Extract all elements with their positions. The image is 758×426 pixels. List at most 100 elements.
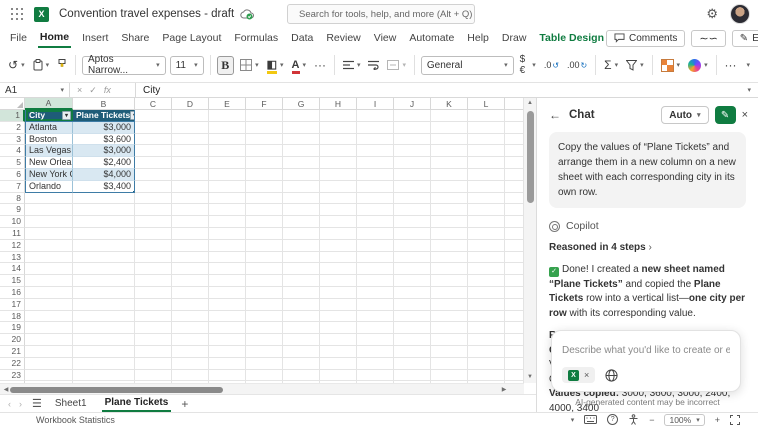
cell-A14[interactable]: [25, 263, 73, 275]
row-header-17[interactable]: 17: [0, 299, 25, 311]
cell-I21[interactable]: [357, 346, 394, 358]
column-header-l[interactable]: L: [468, 98, 505, 110]
cell-F14[interactable]: [246, 263, 283, 275]
cell-J22[interactable]: [394, 358, 431, 370]
cell-G11[interactable]: [283, 228, 320, 240]
cell-D4[interactable]: [172, 145, 209, 157]
format-painter-button[interactable]: [55, 57, 69, 73]
help-icon[interactable]: ?: [607, 414, 618, 425]
cell-F12[interactable]: [246, 240, 283, 252]
cell-C21[interactable]: [135, 346, 172, 358]
cell-J14[interactable]: [394, 263, 431, 275]
cell-E23[interactable]: [209, 370, 246, 382]
fill-color-button[interactable]: ◧▾: [265, 58, 286, 73]
row-header-11[interactable]: 11: [0, 228, 25, 240]
cell-J4[interactable]: [394, 145, 431, 157]
cell-A5[interactable]: New Orleans: [25, 157, 73, 169]
cell-D20[interactable]: [172, 334, 209, 346]
cell-E12[interactable]: [209, 240, 246, 252]
cell-H5[interactable]: [320, 157, 357, 169]
row-header-19[interactable]: 19: [0, 322, 25, 334]
cell-B4[interactable]: $3,000: [73, 145, 135, 157]
cell-G6[interactable]: [283, 169, 320, 181]
document-title[interactable]: Convention travel expenses - draft: [59, 8, 234, 20]
cell-J19[interactable]: [394, 322, 431, 334]
cell-K21[interactable]: [431, 346, 468, 358]
cell-partial[interactable]: [505, 275, 524, 287]
cell-G20[interactable]: [283, 334, 320, 346]
row-header-22[interactable]: 22: [0, 358, 25, 370]
cell-L6[interactable]: [468, 169, 505, 181]
reasoned-steps-toggle[interactable]: Reasoned in 4 steps ›: [549, 242, 746, 253]
row-header-7[interactable]: 7: [0, 181, 25, 193]
cell-H13[interactable]: [320, 252, 357, 264]
chat-input[interactable]: [562, 345, 730, 356]
accessibility-icon[interactable]: [628, 414, 639, 425]
cell-J10[interactable]: [394, 216, 431, 228]
cell-G5[interactable]: [283, 157, 320, 169]
row-header-15[interactable]: 15: [0, 275, 25, 287]
cell-I17[interactable]: [357, 299, 394, 311]
cell-F13[interactable]: [246, 252, 283, 264]
cell-D6[interactable]: [172, 169, 209, 181]
table-resize-handle[interactable]: [132, 190, 135, 193]
menu-tab-file[interactable]: File: [8, 30, 29, 47]
cell-E11[interactable]: [209, 228, 246, 240]
cell-J3[interactable]: [394, 134, 431, 146]
cell-K5[interactable]: [431, 157, 468, 169]
cell-D2[interactable]: [172, 122, 209, 134]
cell-G21[interactable]: [283, 346, 320, 358]
cell-J16[interactable]: [394, 287, 431, 299]
cell-F11[interactable]: [246, 228, 283, 240]
number-format-select[interactable]: General▾: [421, 56, 514, 75]
cell-B6[interactable]: $4,000: [73, 169, 135, 181]
cell-J9[interactable]: [394, 204, 431, 216]
cell-E6[interactable]: [209, 169, 246, 181]
row-header-10[interactable]: 10: [0, 216, 25, 228]
cell-D7[interactable]: [172, 181, 209, 193]
cell-A15[interactable]: [25, 275, 73, 287]
autosum-button[interactable]: Σ▾: [602, 56, 620, 74]
cell-D15[interactable]: [172, 275, 209, 287]
column-header-a[interactable]: A: [25, 98, 73, 110]
cell-B5[interactable]: $2,400: [73, 157, 135, 169]
menu-tab-help[interactable]: Help: [465, 30, 491, 47]
cell-K1[interactable]: [431, 110, 468, 122]
cell-partial[interactable]: [505, 193, 524, 205]
cell-I15[interactable]: [357, 275, 394, 287]
cell-partial[interactable]: [505, 145, 524, 157]
menu-tab-draw[interactable]: Draw: [500, 30, 529, 47]
cell-G10[interactable]: [283, 216, 320, 228]
cell-L12[interactable]: [468, 240, 505, 252]
cell-L21[interactable]: [468, 346, 505, 358]
cell-D22[interactable]: [172, 358, 209, 370]
cell-A8[interactable]: [25, 193, 73, 205]
settings-gear-icon[interactable]: ⚙: [706, 6, 718, 22]
insert-function-button[interactable]: fx: [104, 85, 111, 95]
cell-I3[interactable]: [357, 134, 394, 146]
cell-B12[interactable]: [73, 240, 135, 252]
cell-K6[interactable]: [431, 169, 468, 181]
cell-H23[interactable]: [320, 370, 357, 382]
cell-E17[interactable]: [209, 299, 246, 311]
filter-dropdown-icon[interactable]: ▾: [62, 111, 71, 120]
cell-E15[interactable]: [209, 275, 246, 287]
cell-J2[interactable]: [394, 122, 431, 134]
cell-D18[interactable]: [172, 311, 209, 323]
cell-partial[interactable]: [505, 299, 524, 311]
cell-K15[interactable]: [431, 275, 468, 287]
cell-A17[interactable]: [25, 299, 73, 311]
cell-J13[interactable]: [394, 252, 431, 264]
cell-F16[interactable]: [246, 287, 283, 299]
cell-partial[interactable]: [505, 252, 524, 264]
cell-A10[interactable]: [25, 216, 73, 228]
cell-F18[interactable]: [246, 311, 283, 323]
cell-C10[interactable]: [135, 216, 172, 228]
cell-A23[interactable]: [25, 370, 73, 382]
row-header-5[interactable]: 5: [0, 157, 25, 169]
cell-K22[interactable]: [431, 358, 468, 370]
cell-L7[interactable]: [468, 181, 505, 193]
cell-F4[interactable]: [246, 145, 283, 157]
cell-A7[interactable]: Orlando: [25, 181, 73, 193]
cell-C3[interactable]: [135, 134, 172, 146]
